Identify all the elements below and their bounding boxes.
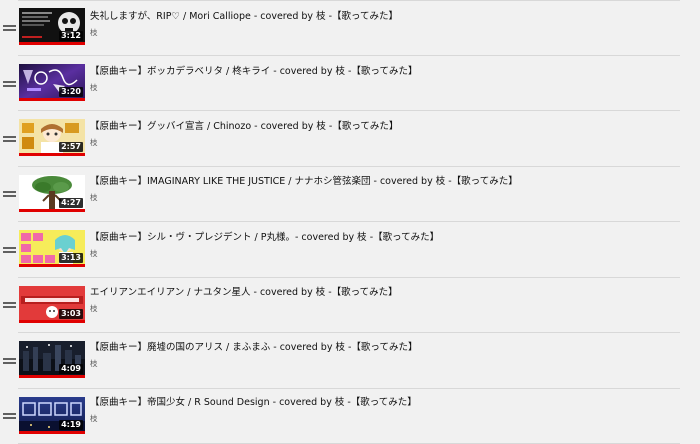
drag-handle-icon[interactable] bbox=[3, 80, 16, 88]
video-title[interactable]: 【原曲キー】シル・ヴ・プレジデント / P丸様。- covered by 枝 -… bbox=[90, 232, 439, 244]
duration-badge: 3:03 bbox=[59, 309, 83, 319]
watched-progress-bar bbox=[19, 153, 85, 156]
duration-badge: 4:09 bbox=[59, 364, 83, 374]
video-thumbnail[interactable]: 3:13 bbox=[19, 230, 85, 267]
video-title[interactable]: 【原曲キー】廃墟の国のアリス / まふまふ - covered by 枝 -【歌… bbox=[90, 342, 417, 354]
divider bbox=[18, 0, 680, 1]
channel-name[interactable]: 枝 bbox=[90, 414, 98, 424]
divider bbox=[18, 110, 680, 111]
drag-handle-icon[interactable] bbox=[3, 301, 16, 309]
video-thumbnail[interactable]: 3:12 bbox=[19, 8, 85, 45]
divider bbox=[18, 221, 680, 222]
channel-name[interactable]: 枝 bbox=[90, 28, 98, 38]
video-thumbnail[interactable]: 3:03 bbox=[19, 286, 85, 323]
drag-handle-icon[interactable] bbox=[3, 135, 16, 143]
drag-handle-icon[interactable] bbox=[3, 412, 16, 420]
watched-progress-bar bbox=[19, 42, 85, 45]
duration-badge: 3:20 bbox=[59, 87, 83, 97]
divider bbox=[18, 332, 680, 333]
watched-progress-bar bbox=[19, 264, 85, 267]
duration-badge: 2:57 bbox=[59, 142, 83, 152]
drag-handle-icon[interactable] bbox=[3, 246, 16, 254]
watched-progress-bar bbox=[19, 320, 85, 323]
video-title[interactable]: 失礼しますが、RIP♡ / Mori Calliope - covered by… bbox=[90, 11, 398, 23]
duration-badge: 4:27 bbox=[59, 198, 83, 208]
channel-name[interactable]: 枝 bbox=[90, 359, 98, 369]
drag-handle-icon[interactable] bbox=[3, 357, 16, 365]
duration-badge: 4:19 bbox=[59, 420, 83, 430]
video-thumbnail[interactable]: 3:20 bbox=[19, 64, 85, 101]
watched-progress-bar bbox=[19, 431, 85, 434]
video-title[interactable]: 【原曲キー】帝国少女 / R Sound Design - covered by… bbox=[90, 397, 417, 409]
drag-handle-icon[interactable] bbox=[3, 190, 16, 198]
divider bbox=[18, 388, 680, 389]
video-thumbnail[interactable]: 2:57 bbox=[19, 119, 85, 156]
drag-handle-icon[interactable] bbox=[3, 24, 16, 32]
video-title[interactable]: 【原曲キー】ボッカデラベリタ / 柊キライ - covered by 枝 -【歌… bbox=[90, 66, 417, 78]
watched-progress-bar bbox=[19, 209, 85, 212]
divider bbox=[18, 55, 680, 56]
channel-name[interactable]: 枝 bbox=[90, 193, 98, 203]
channel-name[interactable]: 枝 bbox=[90, 138, 98, 148]
video-thumbnail[interactable]: 4:09 bbox=[19, 341, 85, 378]
watched-progress-bar bbox=[19, 375, 85, 378]
channel-name[interactable]: 枝 bbox=[90, 83, 98, 93]
video-thumbnail[interactable]: 4:27 bbox=[19, 175, 85, 212]
divider bbox=[18, 277, 680, 278]
watched-progress-bar bbox=[19, 98, 85, 101]
duration-badge: 3:13 bbox=[59, 253, 83, 263]
video-thumbnail[interactable]: 4:19 bbox=[19, 397, 85, 434]
duration-badge: 3:12 bbox=[59, 31, 83, 41]
channel-name[interactable]: 枝 bbox=[90, 304, 98, 314]
video-title[interactable]: エイリアンエイリアン / ナユタン星人 - covered by 枝 -【歌って… bbox=[90, 287, 398, 299]
channel-name[interactable]: 枝 bbox=[90, 249, 98, 259]
divider bbox=[18, 166, 680, 167]
video-title[interactable]: 【原曲キー】IMAGINARY LIKE THE JUSTICE / ナナホシ管… bbox=[90, 176, 518, 188]
video-title[interactable]: 【原曲キー】グッバイ宣言 / Chinozo - covered by 枝 -【… bbox=[90, 121, 398, 133]
